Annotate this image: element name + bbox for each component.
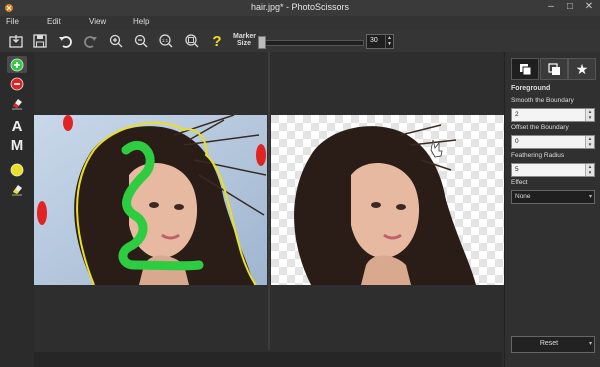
mask-tool-button[interactable]: M [7,137,27,154]
feather-label: Feathering Radius [511,152,565,159]
settings-panel: ★ Foreground Smooth the Boundary 2 ▲ ▼ Of… [504,52,600,367]
close-button[interactable]: ✕ [582,1,596,13]
left-toolbox: A M [0,52,34,367]
smooth-label: Smooth the Boundary [511,97,574,104]
marker-size-label-line1: Marker [233,33,256,40]
color-marker-icon [10,163,24,176]
title-bar: hair.jpg* - PhotoScissors – □ ✕ [0,0,600,16]
text-tool-button[interactable]: A [7,118,27,135]
maximize-button[interactable]: □ [563,1,577,13]
tab-favorites[interactable]: ★ [568,58,596,80]
marker-size-value: 30 [370,37,378,44]
background-marker-icon [10,77,24,90]
smooth-value: 2 [515,111,519,118]
fit-button[interactable] [183,33,201,49]
tab-background[interactable] [540,58,568,80]
eraser-button[interactable] [7,94,27,111]
menu-edit[interactable]: Edit [47,17,61,26]
zoom-in-button[interactable] [107,33,125,49]
marker-size-stepper[interactable]: ▲ ▼ [385,35,393,48]
marker-size-label: Marker Size [233,33,256,47]
color-marker-button[interactable] [7,161,27,178]
result-photo [271,115,504,285]
menu-bar: File Edit View Help [0,16,600,30]
marker-size-spinbox[interactable]: 30 ▲ ▼ [366,34,394,49]
effect-label: Effect [511,179,528,186]
offset-field[interactable]: 0 ▲ ▼ [511,135,595,149]
feather-stepper[interactable]: ▲ ▼ [585,164,594,176]
redo-button[interactable] [82,33,100,49]
source-image-pane[interactable] [34,115,267,285]
feather-field[interactable]: 5 ▲ ▼ [511,163,595,177]
foreground-marker-icon [10,58,24,71]
reset-dropdown-icon[interactable]: ▾ [589,340,592,347]
background-marker-button[interactable] [7,75,27,92]
reset-button[interactable]: Reset ▾ [511,336,595,353]
offset-value: 0 [515,138,519,145]
background-tab-icon [547,62,560,75]
open-button[interactable] [7,33,25,49]
favorites-tab-icon: ★ [575,61,589,77]
color-eraser-button[interactable] [7,180,27,197]
menu-file[interactable]: File [6,17,19,26]
zoom-in-icon [109,34,123,48]
result-image-pane[interactable] [271,115,504,285]
effect-select[interactable]: None ▾ [511,190,595,204]
marker-size-label-line2: Size [236,40,251,47]
feather-value: 5 [515,166,519,173]
undo-button[interactable] [56,33,74,49]
help-icon: ? [212,32,222,50]
open-icon [9,35,23,48]
eraser-icon [12,98,22,109]
pane-divider[interactable] [268,52,270,350]
help-button[interactable]: ? [208,32,226,50]
redo-icon [84,36,97,48]
actual-size-button[interactable]: 1:1 [157,33,175,49]
status-bar [34,352,502,367]
tab-foreground[interactable] [511,58,539,80]
zoom-out-icon [134,34,148,48]
menu-help[interactable]: Help [133,17,149,26]
smooth-stepper[interactable]: ▲ ▼ [585,109,594,121]
offset-stepper[interactable]: ▲ ▼ [585,136,594,148]
actual-size-label: 1:1 [162,38,169,43]
zoom-out-button[interactable] [132,33,150,49]
reset-label: Reset [539,340,559,347]
menu-view[interactable]: View [89,17,106,26]
marker-size-slider-thumb[interactable] [258,36,266,49]
chevron-down-icon: ▾ [588,194,592,200]
source-photo [34,115,267,285]
color-eraser-icon [12,184,22,195]
minimize-button[interactable]: – [544,1,558,13]
undo-icon [59,36,72,48]
smooth-field[interactable]: 2 ▲ ▼ [511,108,595,122]
section-title: Foreground [511,85,551,92]
window-title: hair.jpg* - PhotoScissors [250,2,350,12]
save-icon [33,34,47,48]
actual-size-icon: 1:1 [159,34,173,48]
save-button[interactable] [31,33,49,49]
fit-icon [185,34,199,48]
offset-label: Offset the Boundary [511,124,569,131]
foreground-tab-icon [519,63,531,75]
text-tool-icon: A [11,118,23,135]
marker-size-slider[interactable] [262,40,364,46]
effect-value: None [515,193,531,200]
mask-tool-icon: M [10,137,24,154]
foreground-marker-button[interactable] [7,56,27,73]
